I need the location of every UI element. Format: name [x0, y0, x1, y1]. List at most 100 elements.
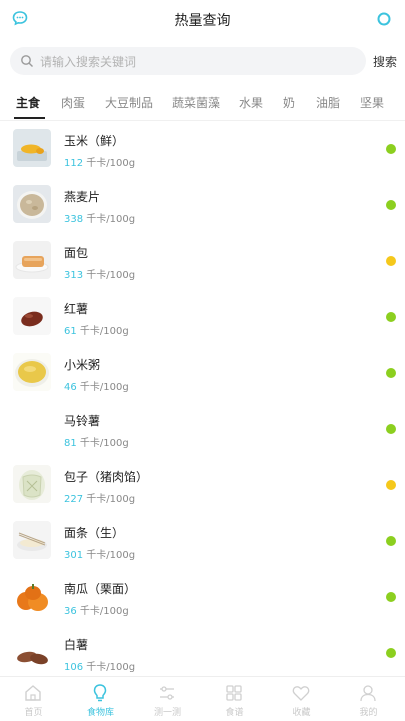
status-dot — [386, 536, 396, 546]
calorie-unit: 千卡/100g — [86, 494, 136, 505]
search-icon — [21, 55, 33, 67]
sweet-potato-image — [13, 297, 51, 335]
top-bar: 热量查询 — [0, 0, 405, 40]
nav-label: 我的 — [359, 708, 378, 718]
status-dot — [386, 368, 396, 378]
tab-milk[interactable]: 奶 — [283, 94, 295, 111]
calorie-value: 106 — [64, 662, 84, 673]
user-icon — [360, 685, 376, 702]
calorie-unit: 千卡/100g — [79, 438, 129, 449]
nav-home[interactable]: 首页 — [0, 677, 67, 721]
food-calories: 36 千卡/100g — [64, 602, 129, 617]
food-calories: 106 千卡/100g — [64, 658, 135, 673]
list-item[interactable]: 燕麦片 338 千卡/100g — [0, 178, 405, 234]
status-dot — [386, 312, 396, 322]
bread-image — [13, 241, 51, 279]
calorie-value: 46 — [64, 382, 77, 393]
food-name: 燕麦片 — [64, 190, 101, 204]
nav-favorites[interactable]: 收藏 — [268, 677, 335, 721]
food-name: 白薯 — [64, 638, 89, 652]
calorie-unit: 千卡/100g — [79, 326, 129, 337]
calorie-value: 313 — [64, 270, 84, 281]
pumpkin-image — [13, 577, 51, 615]
search-input[interactable] — [38, 47, 362, 77]
status-dot — [386, 648, 396, 658]
status-dot — [386, 256, 396, 266]
circle-icon[interactable] — [377, 11, 391, 26]
status-dot — [386, 200, 396, 210]
food-calories: 112 千卡/100g — [64, 154, 135, 169]
list-item[interactable]: 面包 313 千卡/100g — [0, 234, 405, 290]
millet-porridge-image — [13, 353, 51, 391]
bottom-nav: 首页 食物库 测一测 食谱 收藏 我的 — [0, 676, 405, 721]
tab-vegetables[interactable]: 蔬菜菌藻 — [172, 94, 220, 111]
bun-image — [13, 465, 51, 503]
food-calories: 46 千卡/100g — [64, 378, 129, 393]
calorie-unit: 千卡/100g — [86, 662, 136, 673]
tab-oil[interactable]: 油脂 — [316, 94, 340, 111]
home-icon — [25, 685, 41, 701]
list-item[interactable]: 玉米（鲜） 112 千卡/100g — [0, 122, 405, 178]
grid-icon — [226, 685, 242, 701]
food-name: 面条（生） — [64, 526, 125, 540]
food-calories: 338 千卡/100g — [64, 210, 135, 225]
calorie-value: 112 — [64, 158, 84, 169]
calorie-unit: 千卡/100g — [79, 606, 129, 617]
tab-meat-egg[interactable]: 肉蛋 — [61, 94, 85, 111]
calorie-unit: 千卡/100g — [86, 270, 136, 281]
nav-label: 首页 — [24, 708, 43, 718]
food-calories: 81 千卡/100g — [64, 434, 129, 449]
calorie-value: 301 — [64, 550, 84, 561]
bulb-icon — [93, 684, 107, 702]
nav-test[interactable]: 测一测 — [134, 677, 201, 721]
list-item[interactable]: 包子（猪肉馅） 227 千卡/100g — [0, 458, 405, 514]
list-item[interactable]: 南瓜（栗面） 36 千卡/100g — [0, 570, 405, 626]
list-item[interactable]: 小米粥 46 千卡/100g — [0, 346, 405, 402]
status-dot — [386, 480, 396, 490]
calorie-value: 81 — [64, 438, 77, 449]
tab-indicator — [14, 117, 45, 119]
nav-label: 食物库 — [86, 708, 114, 718]
list-item[interactable]: 白薯 106 千卡/100g — [0, 626, 405, 682]
food-calories: 227 千卡/100g — [64, 490, 135, 505]
calorie-value: 227 — [64, 494, 84, 505]
search-button[interactable]: 搜索 — [373, 53, 397, 70]
list-item[interactable]: 马铃薯 81 千卡/100g — [0, 402, 405, 458]
oats-image — [13, 185, 51, 223]
calorie-value: 36 — [64, 606, 77, 617]
calorie-unit: 千卡/100g — [79, 382, 129, 393]
nav-profile[interactable]: 我的 — [335, 677, 402, 721]
food-name: 玉米（鲜） — [64, 134, 125, 148]
sliders-icon — [160, 686, 174, 700]
tab-fruit[interactable]: 水果 — [239, 94, 263, 111]
noodles-image — [13, 521, 51, 559]
nav-food-library[interactable]: 食物库 — [67, 677, 134, 721]
status-dot — [386, 424, 396, 434]
food-name: 马铃薯 — [64, 414, 101, 428]
food-calories: 61 千卡/100g — [64, 322, 129, 337]
search-box — [10, 47, 366, 77]
corn-image — [13, 129, 51, 167]
food-name: 红薯 — [64, 302, 89, 316]
food-name: 南瓜（栗面） — [64, 582, 137, 596]
food-name: 包子（猪肉馅） — [64, 470, 149, 484]
calorie-value: 338 — [64, 214, 84, 225]
tab-soy[interactable]: 大豆制品 — [105, 94, 153, 111]
heart-icon — [292, 686, 310, 701]
nav-label: 食谱 — [225, 708, 244, 718]
calorie-unit: 千卡/100g — [86, 158, 136, 169]
tab-staple[interactable]: 主食 — [16, 94, 40, 111]
list-item[interactable]: 面条（生） 301 千卡/100g — [0, 514, 405, 570]
calorie-value: 61 — [64, 326, 77, 337]
status-dot — [386, 592, 396, 602]
white-yam-image — [13, 633, 51, 671]
list-item[interactable]: 红薯 61 千卡/100g — [0, 290, 405, 346]
tab-nuts[interactable]: 坚果 — [360, 94, 384, 111]
nav-recipes[interactable]: 食谱 — [201, 677, 268, 721]
category-tabs: 主食 肉蛋 大豆制品 蔬菜菌藻 水果 奶 油脂 坚果 — [0, 84, 405, 121]
food-name: 面包 — [64, 246, 89, 260]
page-title: 热量查询 — [174, 13, 231, 29]
food-calories: 301 千卡/100g — [64, 546, 135, 561]
food-calories: 313 千卡/100g — [64, 266, 135, 281]
calorie-unit: 千卡/100g — [86, 214, 136, 225]
